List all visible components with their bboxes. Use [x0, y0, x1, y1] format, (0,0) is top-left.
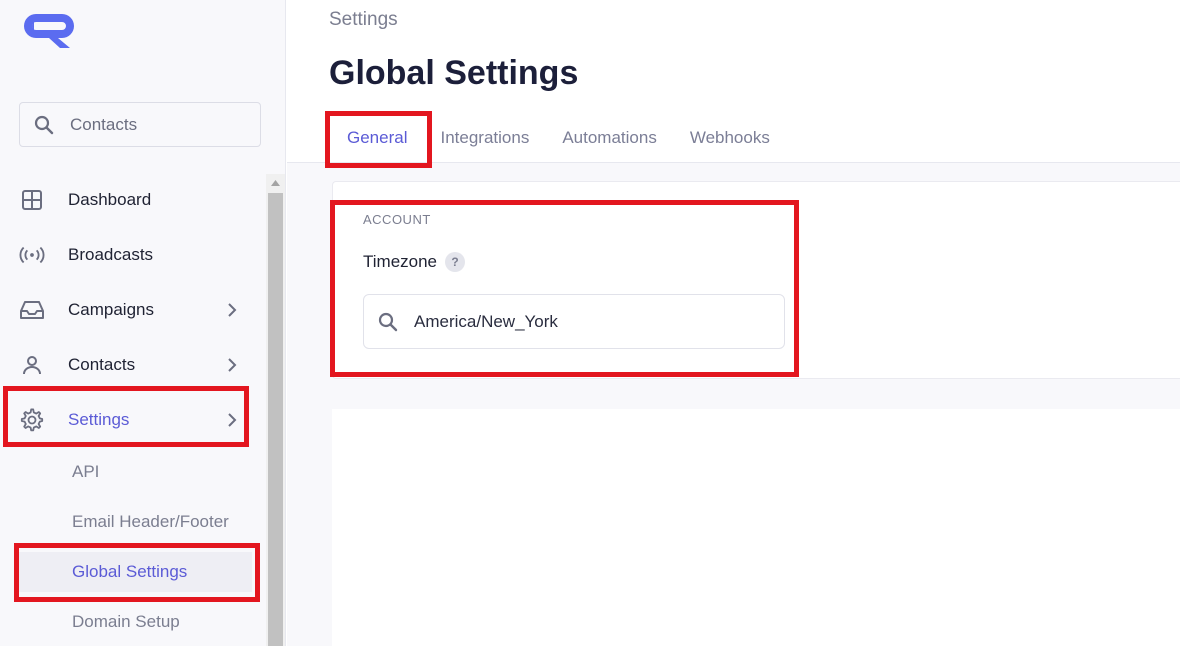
timezone-label-text: Timezone — [363, 252, 438, 271]
tabs-divider — [287, 162, 1180, 163]
brand-logo[interactable] — [22, 10, 86, 50]
sidebar-item-dashboard[interactable]: Dashboard — [16, 180, 248, 220]
settings-card-2 — [332, 409, 1180, 646]
page-title: Global Settings — [329, 54, 579, 92]
settings-tabs: General Integrations Automations Webhook… — [329, 112, 803, 162]
chevron-right-icon — [228, 303, 237, 317]
sidebar-item-broadcasts[interactable]: Broadcasts — [16, 235, 248, 275]
chevron-right-icon — [228, 358, 237, 372]
search-icon — [378, 312, 398, 331]
section-label-account: ACCOUNT — [363, 212, 431, 227]
tab-automations[interactable]: Automations — [562, 112, 657, 162]
tab-webhooks[interactable]: Webhooks — [690, 112, 770, 162]
scroll-up-arrow-icon[interactable] — [266, 174, 285, 192]
timezone-label: Timezone ? — [363, 252, 466, 272]
sidebar-search-input[interactable]: Contacts — [19, 102, 261, 147]
grid-icon — [19, 187, 45, 213]
tab-general[interactable]: General — [347, 112, 407, 162]
sidebar-search-value: Contacts — [70, 114, 138, 134]
sidebar-item-settings[interactable]: Settings — [16, 400, 248, 440]
breadcrumb[interactable]: Settings — [329, 9, 398, 31]
sidebar-item-label: Settings — [68, 410, 130, 429]
gear-icon — [19, 407, 45, 433]
sidebar-item-campaigns[interactable]: Campaigns — [16, 290, 248, 330]
sidebar-item-label: Contacts — [68, 355, 136, 374]
sidebar-subitem-domain-setup[interactable]: Domain Setup — [16, 602, 252, 642]
sidebar-subitem-api[interactable]: API — [16, 452, 252, 492]
inbox-icon — [19, 297, 45, 323]
tab-integrations[interactable]: Integrations — [440, 112, 529, 162]
sidebar-item-label: Campaigns — [68, 300, 154, 319]
sidebar-item-contacts[interactable]: Contacts — [16, 345, 248, 385]
search-icon — [34, 115, 54, 134]
sidebar-item-label: Broadcasts — [68, 245, 154, 264]
sidebar-scrollbar-thumb[interactable] — [268, 193, 283, 646]
chevron-right-icon — [228, 413, 237, 427]
timezone-value: America/New_York — [414, 311, 558, 331]
broadcast-icon — [19, 242, 45, 268]
account-card — [332, 181, 1180, 379]
timezone-select[interactable]: America/New_York — [363, 294, 785, 349]
sidebar-subitem-global-settings[interactable]: Global Settings — [16, 552, 252, 592]
sidebar: Contacts Dashboard Broadcasts Campaigns … — [0, 0, 286, 646]
sidebar-item-label: Dashboard — [68, 190, 152, 209]
help-icon[interactable]: ? — [445, 252, 466, 272]
main-content: Settings Global Settings General Integra… — [287, 0, 1180, 646]
sidebar-subitem-email-header-footer[interactable]: Email Header/Footer — [16, 502, 252, 542]
user-icon — [19, 352, 45, 378]
